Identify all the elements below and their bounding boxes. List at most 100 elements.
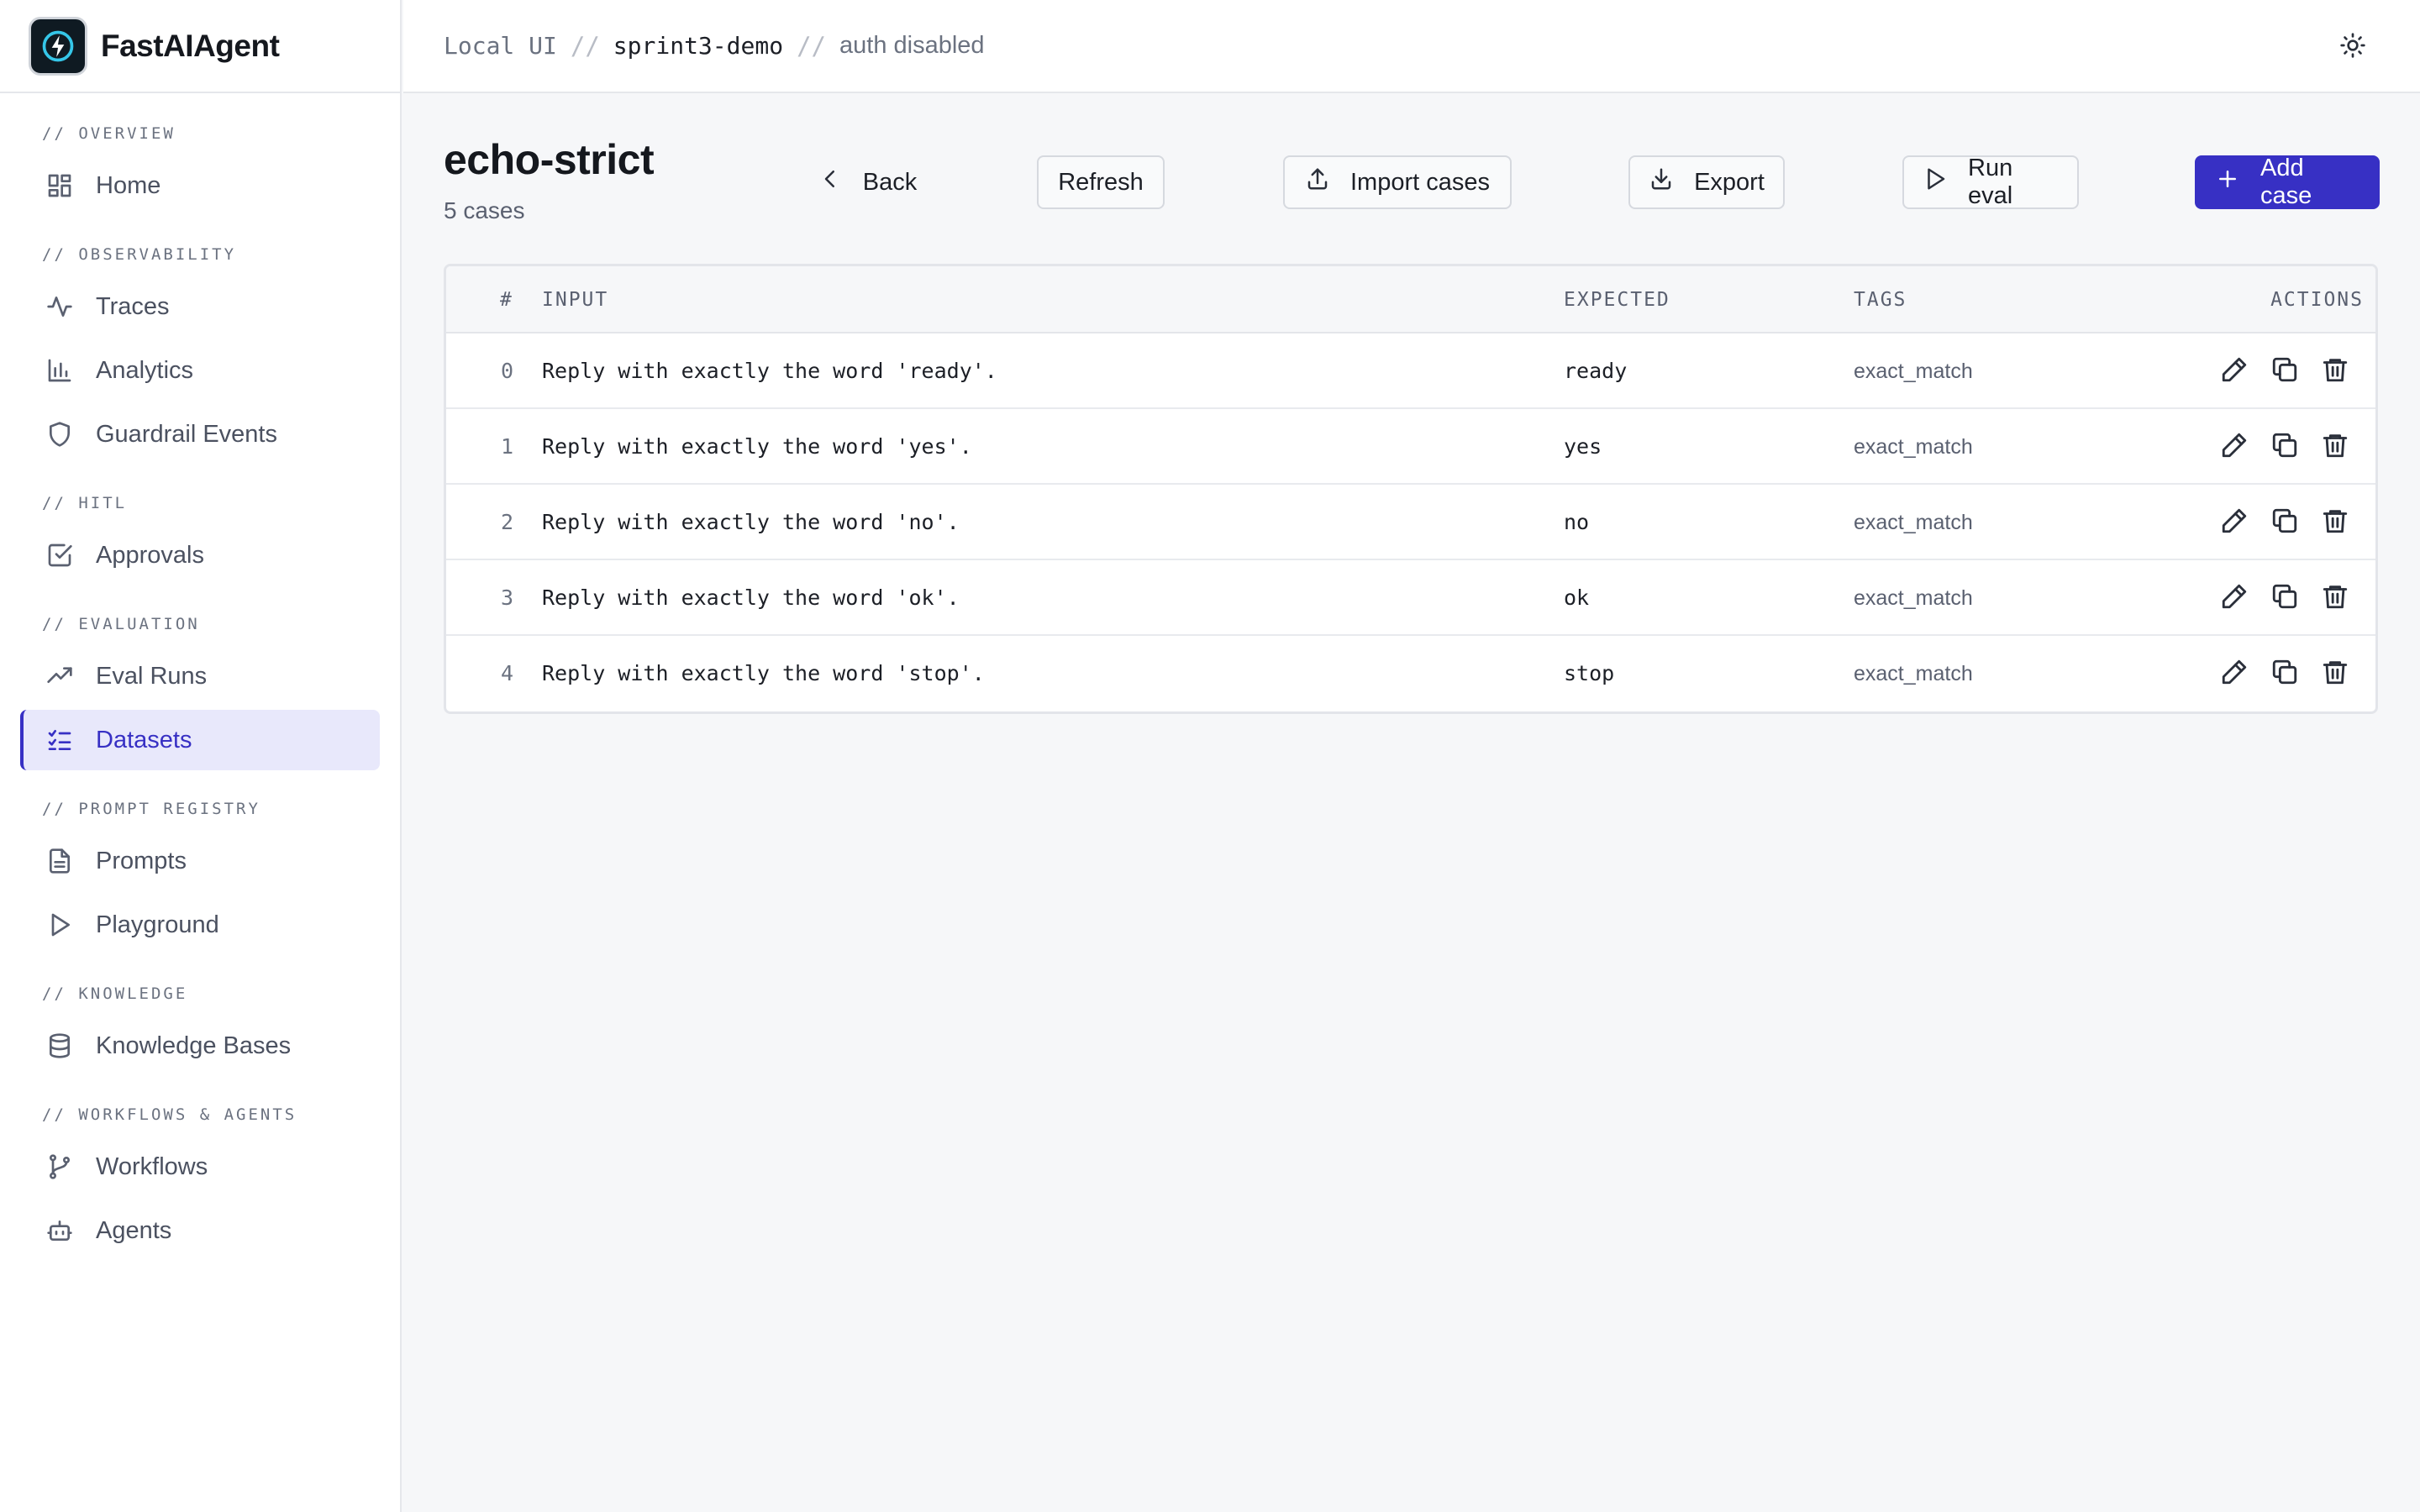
sidebar-item-label: Datasets xyxy=(96,726,192,753)
header-tags: TAGS xyxy=(1854,289,1907,311)
delete-button[interactable] xyxy=(2318,581,2352,615)
row-actions xyxy=(2201,430,2352,464)
pencil-icon xyxy=(2220,507,2249,539)
sidebar-item-datasets[interactable]: Datasets xyxy=(20,710,380,770)
copy-icon xyxy=(2270,355,2299,388)
row-actions xyxy=(2201,581,2352,615)
sidebar-item-traces[interactable]: Traces xyxy=(20,276,380,337)
sidebar-item-analytics[interactable]: Analytics xyxy=(20,340,380,401)
theme-toggle-button[interactable] xyxy=(2336,30,2370,64)
sidebar-item-approvals[interactable]: Approvals xyxy=(20,525,380,585)
row-actions xyxy=(2201,506,2352,539)
back-button[interactable]: Back xyxy=(798,155,936,209)
duplicate-button[interactable] xyxy=(2268,581,2302,615)
row-tag: exact_match xyxy=(1854,586,1973,610)
row-expected: stop xyxy=(1564,661,1615,685)
brand[interactable]: FastAIAgent xyxy=(0,0,400,93)
bot-icon xyxy=(45,1216,74,1245)
main-content: echo-strict 5 cases Back Refresh Import … xyxy=(403,93,2420,1512)
refresh-label: Refresh xyxy=(1058,168,1144,196)
git-branch-icon xyxy=(45,1152,74,1181)
delete-button[interactable] xyxy=(2318,506,2352,539)
add-case-button[interactable]: Add case xyxy=(2195,155,2380,209)
row-input: Reply with exactly the word 'ready'. xyxy=(542,359,997,383)
delete-button[interactable] xyxy=(2318,430,2352,464)
play-icon xyxy=(45,911,74,939)
row-index: 2 xyxy=(500,510,513,534)
page-title: echo-strict xyxy=(444,136,655,183)
edit-button[interactable] xyxy=(2217,657,2251,690)
row-tag: exact_match xyxy=(1854,360,1973,383)
header-input: INPUT xyxy=(542,289,609,311)
sidebar-item-label: Analytics xyxy=(96,356,194,384)
sidebar-item-agents[interactable]: Agents xyxy=(20,1200,380,1261)
play-icon xyxy=(1923,166,1968,198)
top-bar: Local UI // sprint3-demo // auth disable… xyxy=(403,0,2420,93)
plus-icon xyxy=(2215,166,2260,198)
delete-button[interactable] xyxy=(2318,354,2352,388)
run-eval-button[interactable]: Run eval xyxy=(1902,155,2079,209)
table-row[interactable]: 1 Reply with exactly the word 'yes'. yes… xyxy=(446,409,2375,485)
row-expected: ok xyxy=(1564,585,1590,610)
table-row[interactable]: 2 Reply with exactly the word 'no'. no e… xyxy=(446,485,2375,560)
table-row[interactable]: 3 Reply with exactly the word 'ok'. ok e… xyxy=(446,560,2375,636)
cases-table: # INPUT EXPECTED TAGS ACTIONS 0 Reply wi… xyxy=(444,264,2378,714)
section-label: // HITL xyxy=(42,494,128,512)
upload-icon xyxy=(1305,166,1350,198)
auth-status: auth disabled xyxy=(839,32,985,59)
duplicate-button[interactable] xyxy=(2268,354,2302,388)
header-expected: EXPECTED xyxy=(1564,289,1670,311)
breadcrumb-project[interactable]: sprint3-demo xyxy=(613,32,783,60)
header-index: # xyxy=(500,289,513,311)
case-count: 5 cases xyxy=(444,197,525,223)
trash-icon xyxy=(2321,582,2349,615)
sidebar-item-workflows[interactable]: Workflows xyxy=(20,1137,380,1197)
duplicate-button[interactable] xyxy=(2268,657,2302,690)
row-index: 3 xyxy=(500,585,513,610)
export-button[interactable]: Export xyxy=(1628,155,1785,209)
pencil-icon xyxy=(2220,582,2249,615)
grid-icon xyxy=(45,171,74,200)
row-index: 0 xyxy=(500,359,513,383)
refresh-button[interactable]: Refresh xyxy=(1037,155,1165,209)
sidebar-item-label: Traces xyxy=(96,292,170,320)
section-label: // OVERVIEW xyxy=(42,124,176,143)
edit-button[interactable] xyxy=(2217,581,2251,615)
sidebar-item-label: Guardrail Events xyxy=(96,420,277,448)
app-name: FastAIAgent xyxy=(101,28,280,63)
row-input: Reply with exactly the word 'ok'. xyxy=(542,585,960,610)
sidebar-item-label: Agents xyxy=(96,1216,172,1244)
nav-section-observability: // OBSERVABILITY Traces Analytics Guardr… xyxy=(0,239,400,465)
sidebar-item-label: Prompts xyxy=(96,847,187,874)
delete-button[interactable] xyxy=(2318,657,2352,690)
row-actions xyxy=(2201,354,2352,388)
duplicate-button[interactable] xyxy=(2268,430,2302,464)
sidebar-item-guardrail-events[interactable]: Guardrail Events xyxy=(20,404,380,465)
sun-icon xyxy=(2339,32,2366,63)
row-index: 4 xyxy=(500,661,513,685)
sidebar-item-home[interactable]: Home xyxy=(20,155,380,216)
edit-button[interactable] xyxy=(2217,430,2251,464)
file-text-icon xyxy=(45,847,74,875)
edit-button[interactable] xyxy=(2217,506,2251,539)
add-case-label: Add case xyxy=(2260,155,2312,209)
download-icon xyxy=(1649,166,1694,198)
row-tag: exact_match xyxy=(1854,435,1973,459)
table-row[interactable]: 0 Reply with exactly the word 'ready'. r… xyxy=(446,333,2375,409)
edit-button[interactable] xyxy=(2217,354,2251,388)
header-actions: ACTIONS xyxy=(2270,289,2364,311)
breadcrumb-local[interactable]: Local UI xyxy=(444,32,557,60)
row-expected: ready xyxy=(1564,359,1628,383)
trash-icon xyxy=(2321,355,2349,388)
sidebar-item-eval-runs[interactable]: Eval Runs xyxy=(20,646,380,706)
nav-section-hitl: // HITL Approvals xyxy=(0,488,400,585)
sidebar-item-prompts[interactable]: Prompts xyxy=(20,831,380,891)
sidebar-item-playground[interactable]: Playground xyxy=(20,895,380,955)
trash-icon xyxy=(2321,507,2349,539)
duplicate-button[interactable] xyxy=(2268,506,2302,539)
row-input: Reply with exactly the word 'yes'. xyxy=(542,434,972,459)
import-cases-button[interactable]: Import cases xyxy=(1283,155,1512,209)
sidebar-item-knowledge-bases[interactable]: Knowledge Bases xyxy=(20,1016,380,1076)
table-row[interactable]: 4 Reply with exactly the word 'stop'. st… xyxy=(446,636,2375,711)
row-expected: yes xyxy=(1564,434,1602,459)
